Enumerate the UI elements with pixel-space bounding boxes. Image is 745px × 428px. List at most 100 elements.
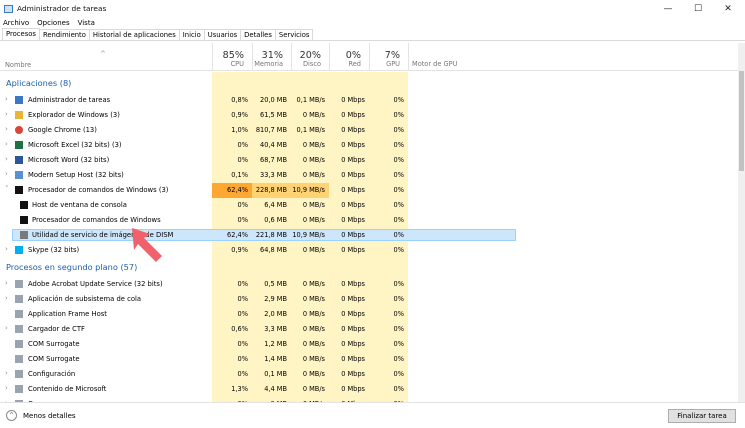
process-disk-value: 0 MB/s bbox=[302, 171, 325, 179]
dism-icon bbox=[20, 231, 28, 239]
tab-historial[interactable]: Historial de aplicaciones bbox=[88, 29, 180, 40]
process-cpu-value: 0,9% bbox=[231, 246, 248, 254]
process-gpu-value: 0% bbox=[393, 216, 404, 224]
process-cpu-value: 0% bbox=[237, 156, 248, 164]
column-disk[interactable]: 20% Disco bbox=[291, 43, 329, 71]
process-row[interactable]: COM Surrogate 0% 1,2 MB 0 MB/s 0 Mbps 0% bbox=[0, 337, 740, 352]
process-gpu-value: 0% bbox=[393, 295, 404, 303]
expand-chevron-icon[interactable]: › bbox=[5, 279, 8, 287]
process-cpu-value: 0,6% bbox=[231, 325, 248, 333]
process-row[interactable]: › Cargador de CTF 0,6% 3,3 MB 0 MB/s 0 Mbps 0% bbox=[0, 322, 740, 337]
process-net-value: 0 Mbps bbox=[341, 355, 365, 363]
column-cpu[interactable]: 85% CPU bbox=[212, 43, 252, 71]
group-background-header: Procesos en segundo plano (57) bbox=[6, 262, 138, 272]
process-cpu-value: 0% bbox=[237, 201, 248, 209]
process-name: Host de ventana de consola bbox=[32, 201, 127, 209]
tab-rendimiento[interactable]: Rendimiento bbox=[38, 29, 90, 40]
expand-chevron-icon[interactable]: › bbox=[5, 384, 8, 392]
menu-archivo[interactable]: Archivo bbox=[3, 19, 29, 27]
process-net-value: 0 Mbps bbox=[341, 186, 365, 194]
tab-detalles[interactable]: Detalles bbox=[240, 29, 276, 40]
process-net-value: 0 Mbps bbox=[341, 310, 365, 318]
expand-chevron-icon[interactable]: › bbox=[5, 140, 8, 148]
column-gpu[interactable]: 7% GPU bbox=[369, 43, 408, 71]
maximize-button[interactable]: ☐ bbox=[683, 0, 713, 17]
process-row[interactable]: › Google Chrome (13) 1,0% 810,7 MB 0,1 MB/s 0… bbox=[0, 123, 740, 138]
tab-servicios[interactable]: Servicios bbox=[274, 29, 314, 40]
process-net-value: 0 Mbps bbox=[341, 385, 365, 393]
expand-chevron-icon[interactable]: › bbox=[5, 110, 8, 118]
column-name[interactable]: Nombre bbox=[5, 61, 31, 69]
scrollbar-thumb[interactable] bbox=[739, 71, 744, 171]
process-name: COM Surrogate bbox=[28, 355, 80, 363]
close-button[interactable]: ✕ bbox=[713, 0, 743, 17]
process-net-value: 0 Mbps bbox=[341, 126, 365, 134]
process-row[interactable]: Utilidad de servicio de imágenes de DISM… bbox=[0, 228, 740, 243]
process-disk-value: 0,1 MB/s bbox=[296, 126, 325, 134]
fewer-details-button[interactable]: ^ Menos detalles bbox=[6, 410, 76, 421]
process-gpu-value: 0% bbox=[393, 231, 404, 239]
process-row[interactable]: COM Surrogate 0% 1,4 MB 0 MB/s 0 Mbps 0% bbox=[0, 352, 740, 367]
process-cpu-value: 0% bbox=[237, 295, 248, 303]
expand-chevron-icon[interactable]: ˅ bbox=[5, 185, 9, 193]
end-task-button[interactable]: Finalizar tarea bbox=[668, 409, 736, 423]
column-memory[interactable]: 31% Memoria bbox=[252, 43, 291, 71]
process-row[interactable]: › Explorador de Windows (3) 0,9% 61,5 MB 0 M… bbox=[0, 108, 740, 123]
process-disk-value: 0 MB/s bbox=[302, 355, 325, 363]
process-cpu-value: 0,9% bbox=[231, 111, 248, 119]
expand-chevron-icon[interactable]: › bbox=[5, 294, 8, 302]
expand-chevron-icon[interactable]: › bbox=[5, 170, 8, 178]
process-cpu-value: 1,3% bbox=[231, 385, 248, 393]
process-row[interactable]: Host de ventana de consola 0% 6,4 MB 0 MB/s… bbox=[0, 198, 740, 213]
column-gpu-engine[interactable]: Motor de GPU bbox=[408, 43, 490, 71]
expand-chevron-icon[interactable]: › bbox=[5, 324, 8, 332]
tab-inicio[interactable]: Inicio bbox=[178, 29, 205, 40]
column-network[interactable]: 0% Red bbox=[329, 43, 369, 71]
process-cpu-value: 62,4% bbox=[227, 186, 248, 194]
process-row[interactable]: › Aplicación de subsistema de cola 0% 2,9 M… bbox=[0, 292, 740, 307]
minimize-button[interactable]: — bbox=[653, 0, 683, 17]
process-gpu-value: 0% bbox=[393, 385, 404, 393]
process-row[interactable]: › Modern Setup Host (32 bits) 0,1% 33,3 MB 0… bbox=[0, 168, 740, 183]
menu-vista[interactable]: Vista bbox=[78, 19, 95, 27]
chrome-icon bbox=[15, 126, 23, 134]
skype-icon bbox=[15, 246, 23, 254]
cmd-icon bbox=[20, 216, 28, 224]
tab-procesos[interactable]: Procesos bbox=[2, 28, 40, 40]
process-name: Adobe Acrobat Update Service (32 bits) bbox=[28, 280, 163, 288]
vertical-scrollbar[interactable] bbox=[738, 43, 745, 402]
menu-opciones[interactable]: Opciones bbox=[37, 19, 69, 27]
process-net-value: 0 Mbps bbox=[341, 141, 365, 149]
process-row[interactable]: Procesador de comandos de Windows 0% 0,6 M… bbox=[0, 213, 740, 228]
cmd-icon bbox=[15, 186, 23, 194]
process-row[interactable]: › Administrador de tareas 0,8% 20,0 MB 0,1 M… bbox=[0, 93, 740, 108]
expand-chevron-icon[interactable]: › bbox=[5, 125, 8, 133]
excel-icon bbox=[15, 141, 23, 149]
expand-chevron-icon[interactable]: › bbox=[5, 245, 8, 253]
process-row[interactable]: › Microsoft Excel (32 bits) (3) 0% 40,4 MB 0… bbox=[0, 138, 740, 153]
process-icon bbox=[15, 310, 23, 318]
process-row[interactable]: › Contenido de Microsoft 1,3% 4,4 MB 0 MB/s 0… bbox=[0, 382, 740, 397]
expand-chevron-icon[interactable]: › bbox=[5, 155, 8, 163]
expand-chevron-icon[interactable]: › bbox=[5, 95, 8, 103]
network-label: Red bbox=[348, 60, 361, 68]
process-disk-value: 0 MB/s bbox=[302, 295, 325, 303]
process-row[interactable]: › Skype (32 bits) 0,9% 64,8 MB 0 MB/s 0 Mbps 0… bbox=[0, 243, 740, 258]
process-cpu-value: 0% bbox=[237, 340, 248, 348]
process-row[interactable]: Application Frame Host 0% 2,0 MB 0 MB/s 0 Mb… bbox=[0, 307, 740, 322]
process-disk-value: 0 MB/s bbox=[302, 216, 325, 224]
process-row[interactable]: › Adobe Acrobat Update Service (32 bits) 0… bbox=[0, 277, 740, 292]
process-mem-value: 0,6 MB bbox=[264, 216, 287, 224]
tab-usuarios[interactable]: Usuarios bbox=[203, 29, 242, 40]
process-name: Procesador de comandos de Windows bbox=[32, 216, 161, 224]
process-row[interactable]: › Microsoft Word (32 bits) 0% 68,7 MB 0 MB/s… bbox=[0, 153, 740, 168]
process-row[interactable]: › Configuración 0% 0,1 MB 0 MB/s 0 Mbps 0% bbox=[0, 367, 740, 382]
process-gpu-value: 0% bbox=[393, 280, 404, 288]
process-mem-value: 1,4 MB bbox=[264, 355, 287, 363]
process-gpu-value: 0% bbox=[393, 156, 404, 164]
process-disk-value: 0 MB/s bbox=[302, 310, 325, 318]
expand-chevron-icon[interactable]: › bbox=[5, 369, 8, 377]
word-icon bbox=[15, 156, 23, 164]
process-row[interactable]: ˅ Procesador de comandos de Windows (3) 62… bbox=[0, 183, 740, 198]
process-mem-value: 2,0 MB bbox=[264, 310, 287, 318]
